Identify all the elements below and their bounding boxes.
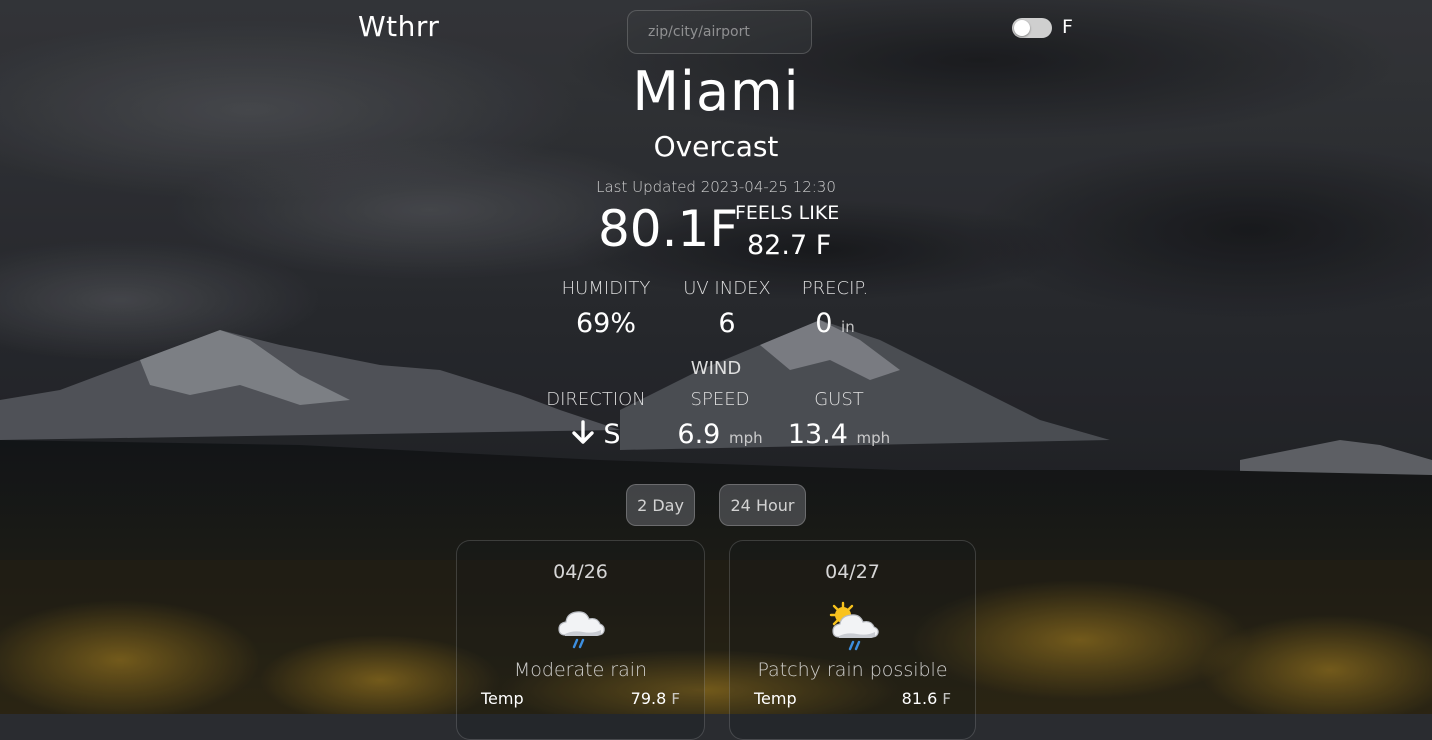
- precip-value: 0: [815, 308, 833, 339]
- wind-direction-value: S: [603, 419, 621, 450]
- forecast-temp-label: Temp: [481, 689, 524, 708]
- unit-toggle-switch[interactable]: [1012, 18, 1052, 38]
- current-condition: Overcast: [653, 130, 779, 163]
- current-temperature: 80.1F: [598, 200, 739, 258]
- wind-speed-group: 6.9 mph: [660, 419, 780, 450]
- uv-index-label: UV INDEX: [683, 278, 771, 299]
- forecast-temp-value: 81.6: [901, 689, 938, 708]
- feels-like-value: 82.7 F: [747, 230, 832, 261]
- wind-gust-group: 13.4 mph: [779, 419, 899, 450]
- city-name: Miami: [632, 60, 800, 123]
- forecast-date: 04/27: [825, 561, 880, 583]
- location-search-input[interactable]: [627, 10, 812, 54]
- forecast-date: 04/26: [553, 561, 608, 583]
- uv-index-value: 6: [718, 308, 736, 339]
- wind-gust-unit: mph: [856, 429, 891, 447]
- forecast-condition: Moderate rain: [513, 659, 648, 681]
- wind-speed-unit: mph: [728, 429, 763, 447]
- precip-unit: in: [841, 318, 855, 336]
- arrow-down-icon: [572, 420, 595, 444]
- wind-gust-value: 13.4: [787, 419, 848, 450]
- feels-like-label: FEELS LIKE: [735, 202, 840, 224]
- sun-rain-cloud-icon: [829, 601, 879, 651]
- app-logo[interactable]: Wthrr: [358, 10, 439, 43]
- two-day-forecast-button[interactable]: 2 Day: [626, 484, 695, 526]
- forecast-temp-unit: F: [942, 690, 951, 708]
- forecast-temp-group: 79.8 F: [631, 689, 680, 708]
- last-updated-text: Last Updated 2023-04-25 12:30: [596, 178, 836, 196]
- forecast-temp-group: 81.6 F: [902, 689, 951, 708]
- forecast-condition: Patchy rain possible: [757, 659, 948, 681]
- rain-cloud-icon: [557, 611, 605, 649]
- wind-speed-label: SPEED: [690, 389, 750, 410]
- precip-value-group: 0 in: [790, 308, 880, 339]
- toggle-knob: [1014, 20, 1030, 36]
- forecast-temp-unit: F: [671, 690, 680, 708]
- wind-direction-label: DIRECTION: [546, 389, 646, 410]
- forecast-card: 04/27 Patchy rain possible Temp 81.6 F: [729, 540, 976, 740]
- forecast-card: 04/26 Moderate rain Temp 79.8 F: [456, 540, 705, 740]
- humidity-label: HUMIDITY: [561, 278, 651, 299]
- forecast-temp-value: 79.8: [630, 689, 667, 708]
- wind-title: WIND: [690, 358, 742, 379]
- wind-gust-label: GUST: [814, 389, 864, 410]
- forecast-temp-label: Temp: [754, 689, 797, 708]
- wind-speed-value: 6.9: [677, 419, 721, 450]
- unit-toggle-label: F: [1062, 16, 1073, 38]
- precip-label: PRECIP.: [801, 278, 869, 299]
- humidity-value: 69%: [575, 308, 636, 339]
- wind-direction-group: S: [536, 419, 656, 450]
- hourly-forecast-button[interactable]: 24 Hour: [719, 484, 806, 526]
